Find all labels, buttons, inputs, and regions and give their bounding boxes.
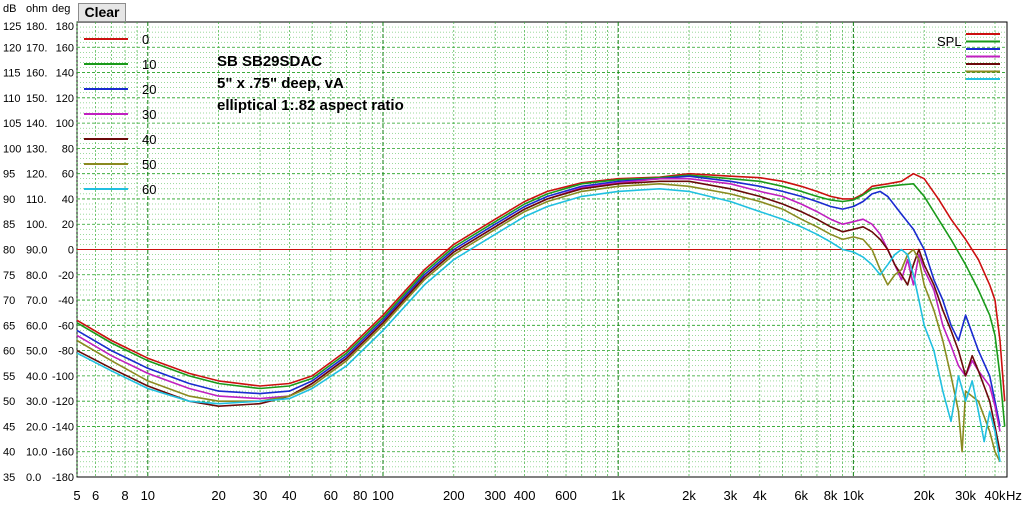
- y-tick-db: 55: [3, 371, 15, 383]
- frequency-response-chart: dB ohm deg 125 180. 180 120 170. 160 115 160. 140 11…: [3, 3, 1022, 503]
- y-tick-deg: -60: [58, 320, 74, 332]
- axis-header: deg: [52, 3, 70, 15]
- x-tick-label: 40: [282, 488, 296, 503]
- y-tick-ohm: 0.0: [26, 472, 41, 484]
- legend-label: 0: [142, 32, 149, 47]
- x-tick-label: 8: [121, 488, 128, 503]
- y-tick-ohm: 170.: [26, 42, 47, 54]
- y-tick-deg: -180: [52, 472, 74, 484]
- y-tick-db: 105: [3, 118, 21, 130]
- y-tick-deg: -100: [52, 371, 74, 383]
- legend-label: 10: [142, 57, 156, 72]
- x-tick-label: 4k: [753, 488, 767, 503]
- x-tick-label: 10: [141, 488, 155, 503]
- x-tick-label: 8k: [824, 488, 838, 503]
- y-tick-deg: 40: [62, 194, 74, 206]
- x-tick-label: 6: [92, 488, 99, 503]
- x-tick-label: 30: [253, 488, 267, 503]
- clear-button[interactable]: Clear: [78, 3, 126, 22]
- right-legend-label: SPL: [937, 34, 962, 49]
- x-tick-label: 10k: [843, 488, 864, 503]
- x-tick-label: 400: [514, 488, 536, 503]
- y-tick-deg: 140: [56, 68, 74, 80]
- y-tick-db: 90: [3, 194, 15, 206]
- y-tick-ohm: 120.: [26, 169, 47, 181]
- y-tick-ohm: 160.: [26, 68, 47, 80]
- y-tick-db: 75: [3, 270, 15, 282]
- y-tick-db: 35: [3, 472, 15, 484]
- y-tick-ohm: 10.0: [26, 447, 47, 459]
- chart-window: dB ohm deg 125 180. 180 120 170. 160 115 160. 140 11…: [0, 0, 1035, 511]
- y-tick-db: 110: [3, 93, 21, 105]
- x-tick-label: 60: [324, 488, 338, 503]
- y-tick-ohm: 70.0: [26, 295, 47, 307]
- x-tick-label: 300: [484, 488, 506, 503]
- y-tick-ohm: 180.: [26, 21, 47, 33]
- y-tick-ohm: 90.0: [26, 245, 47, 257]
- y-tick-db: 60: [3, 346, 15, 358]
- x-tick-label: 100: [372, 488, 394, 503]
- y-tick-deg: -160: [52, 447, 74, 459]
- y-tick-db: 65: [3, 320, 15, 332]
- y-tick-db: 70: [3, 295, 15, 307]
- y-tick-ohm: 20.0: [26, 421, 47, 433]
- y-tick-db: 115: [3, 68, 21, 80]
- y-tick-ohm: 80.0: [26, 270, 47, 282]
- y-tick-deg: 120: [56, 93, 74, 105]
- y-tick-deg: 160: [56, 42, 74, 54]
- annotation-line: SB SB29SDAC: [217, 53, 322, 70]
- x-tick-label: 1k: [611, 488, 625, 503]
- x-tick-label: 3k: [724, 488, 738, 503]
- y-tick-db: 100: [3, 143, 21, 155]
- y-tick-ohm: 60.0: [26, 320, 47, 332]
- legend-label: 30: [142, 107, 156, 122]
- y-tick-ohm: 30.0: [26, 396, 47, 408]
- y-tick-db: 40: [3, 447, 15, 459]
- y-tick-ohm: 140.: [26, 118, 47, 130]
- y-tick-deg: 100: [56, 118, 74, 130]
- x-tick-label: 20: [211, 488, 225, 503]
- y-tick-db: 45: [3, 421, 15, 433]
- y-tick-deg: -120: [52, 396, 74, 408]
- y-tick-db: 120: [3, 42, 21, 54]
- y-tick-deg: 80: [62, 143, 74, 155]
- y-tick-deg: 0: [68, 245, 74, 257]
- legend-label: 50: [142, 157, 156, 172]
- y-tick-db: 95: [3, 169, 15, 181]
- annotation-line: 5" x .75" deep, vA: [217, 75, 344, 92]
- legend-label: 20: [142, 82, 156, 97]
- y-tick-deg: -140: [52, 421, 74, 433]
- y-tick-deg: 20: [62, 219, 74, 231]
- legend-label: 60: [142, 182, 156, 197]
- y-tick-deg: 180: [56, 21, 74, 33]
- x-tick-label: 200: [443, 488, 465, 503]
- y-tick-ohm: 110.: [26, 194, 47, 206]
- y-tick-deg: -80: [58, 346, 74, 358]
- x-tick-label: 30k: [955, 488, 976, 503]
- y-tick-deg: -40: [58, 295, 74, 307]
- x-tick-label: 40k: [984, 488, 1005, 503]
- y-tick-ohm: 100.: [26, 219, 47, 231]
- axis-header: ohm: [26, 3, 47, 15]
- y-tick-db: 125: [3, 21, 21, 33]
- y-tick-deg: -20: [58, 270, 74, 282]
- y-tick-db: 85: [3, 219, 15, 231]
- x-tick-label: 2k: [682, 488, 696, 503]
- x-tick-label: 80: [353, 488, 367, 503]
- y-tick-db: 80: [3, 245, 15, 257]
- annotation-line: elliptical 1:.82 aspect ratio: [217, 97, 404, 114]
- x-tick-label: 6k: [794, 488, 808, 503]
- y-tick-deg: 60: [62, 169, 74, 181]
- legend-label: 40: [142, 132, 156, 147]
- x-unit-label: Hz: [1006, 488, 1022, 503]
- y-tick-ohm: 40.0: [26, 371, 47, 383]
- y-tick-db: 50: [3, 396, 15, 408]
- x-tick-label: 5: [73, 488, 80, 503]
- x-tick-label: 600: [555, 488, 577, 503]
- y-tick-ohm: 150.: [26, 93, 47, 105]
- axis-header: dB: [3, 3, 16, 15]
- y-tick-ohm: 130.: [26, 143, 47, 155]
- x-tick-label: 20k: [914, 488, 935, 503]
- y-tick-ohm: 50.0: [26, 346, 47, 358]
